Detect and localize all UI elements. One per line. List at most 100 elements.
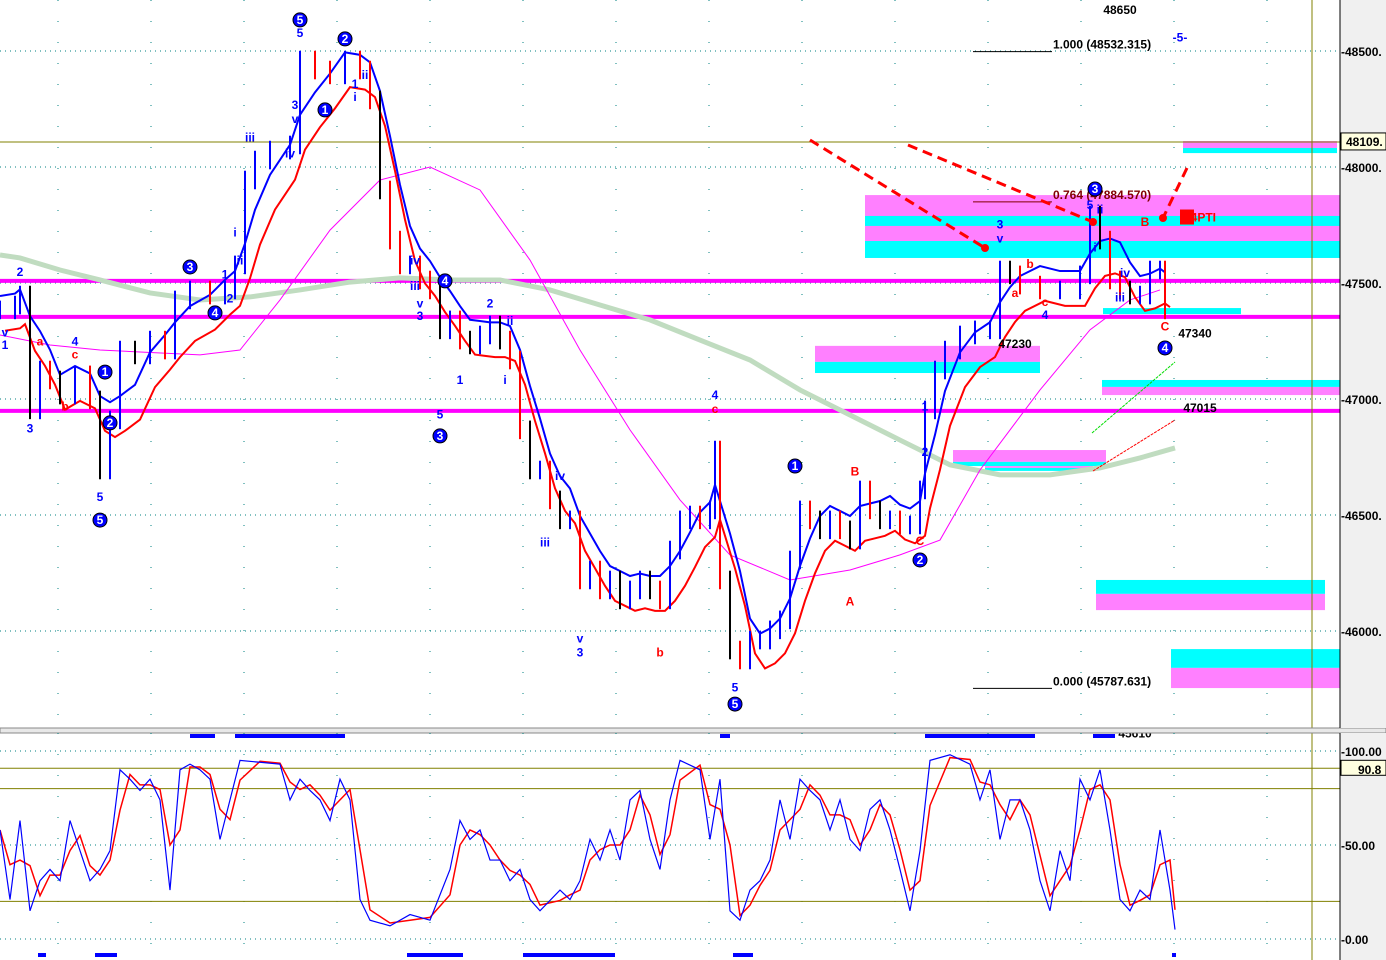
arrow-head-icon [1159, 214, 1167, 222]
wave-label: 1 [222, 267, 229, 281]
wave-label: 1 [922, 400, 929, 414]
wave-label: v [997, 231, 1004, 245]
price-tick-label: -46000. [1341, 625, 1382, 639]
signal-marker-top [235, 734, 345, 738]
wave-label: 5 [732, 680, 739, 694]
wave-label: ii [362, 68, 369, 82]
wave-label: 4 [1042, 308, 1049, 322]
price-zone [1171, 649, 1340, 668]
wave-label: 3 [997, 217, 1004, 231]
price-tick-label: -47000. [1341, 393, 1382, 407]
wave-circle-label: 4 [442, 274, 449, 288]
wave-circle-label: 1 [792, 459, 799, 473]
stoch-tick-label: -50.00 [1341, 839, 1375, 853]
signal-marker-top [925, 734, 1035, 738]
wave-circle-label: 4 [1162, 341, 1169, 355]
wave-label: b [656, 646, 663, 660]
price-zone [1102, 379, 1340, 387]
price-zone [815, 361, 1040, 374]
chart-background [0, 0, 1386, 960]
wave-label: iv [285, 147, 295, 161]
price-tick-label: -46500. [1341, 509, 1382, 523]
wave-label: iii [1115, 291, 1125, 305]
wave-circle-label: 3 [1092, 182, 1099, 196]
price-zone [1096, 579, 1325, 594]
wave-label: i [503, 373, 506, 387]
wave-label: B [851, 465, 860, 479]
current-stoch-label: 90.8 [1358, 763, 1382, 777]
wave-label: 5 [297, 26, 304, 40]
wave-circle-label: 3 [437, 429, 444, 443]
wave-label: 5 [437, 408, 444, 422]
arrow-head-icon [1089, 218, 1097, 226]
wave-label: 48650 [1103, 3, 1137, 17]
wave-label: v [292, 112, 299, 126]
wave-label: 1 [2, 338, 9, 352]
wave-label: a [1012, 286, 1019, 300]
wave-label: 2 [227, 292, 234, 306]
current-price-label: 48109. [1346, 135, 1383, 149]
price-zone [1171, 667, 1340, 689]
signal-marker-bottom [407, 953, 463, 957]
wave-circle-label: 5 [732, 697, 739, 711]
wave-label: b [1026, 257, 1033, 271]
signal-marker-top [190, 734, 215, 738]
price-zone [865, 241, 1340, 258]
signal-marker-top [1093, 734, 1115, 738]
wave-label: A [846, 594, 855, 608]
stoch-tick-label: -100.00 [1341, 745, 1382, 759]
wave-label: i [233, 226, 236, 240]
wave-label: 47340 [1178, 327, 1212, 341]
trading-chart: 1.000 (48532.315)0.764 (47884.570)0.000 … [0, 0, 1386, 960]
wave-circle-label: 5 [297, 13, 304, 27]
wave-label: C [1161, 320, 1170, 334]
wave-label: 2 [17, 265, 24, 279]
fib-level-label: 1.000 (48532.315) [1053, 38, 1151, 52]
wave-label: c [712, 402, 719, 416]
price-axis[interactable]: -46000. -46500. -47000. -47500. -48000. -4850… [1339, 0, 1386, 728]
fib-level-label: 0.000 (45787.631) [1053, 674, 1151, 688]
price-zone [985, 466, 1093, 468]
wave-label: C [916, 534, 925, 548]
wave-label: 47015 [1183, 401, 1217, 415]
wave-label: 5 [97, 490, 104, 504]
wave-label: 3 [577, 646, 584, 660]
wave-label: 3 [417, 309, 424, 323]
wave-label: 47230 [998, 337, 1032, 351]
signal-marker-bottom [733, 953, 753, 957]
wave-circle-label: 5 [97, 513, 104, 527]
price-tick-label: -48500. [1341, 45, 1382, 59]
price-axis-background [1340, 0, 1386, 728]
panel-splitter[interactable] [0, 727, 1386, 734]
signal-marker-bottom [38, 953, 46, 957]
wave-label: 5 [1087, 198, 1094, 212]
wave-label: 3 [27, 422, 34, 436]
wave-label: i [1093, 241, 1096, 255]
wave-label: -5- [1173, 31, 1188, 45]
wave-circle-label: 2 [342, 32, 349, 46]
wave-label: ii [507, 314, 514, 328]
wave-circle-label: 2 [107, 416, 114, 430]
wave-circle-label: 3 [187, 260, 194, 274]
price-zone [953, 450, 1106, 462]
wave-label: iv [1120, 266, 1130, 280]
price-tick-label: -48000. [1341, 161, 1382, 175]
wave-circle-label: 1 [102, 365, 109, 379]
wave-label: 3 [292, 98, 299, 112]
wave-label: b [61, 400, 68, 414]
wave-label: iv [410, 253, 420, 267]
wave-label: 2 [922, 445, 929, 459]
price-zone [1103, 308, 1241, 315]
wave-label: iv [555, 469, 565, 483]
arrow-head-icon [981, 244, 989, 252]
signal-marker-top [720, 734, 730, 738]
wave-label: 1 [457, 373, 464, 387]
signal-marker-bottom [95, 953, 117, 957]
wave-label: c [72, 347, 79, 361]
wave-label: 2 [487, 296, 494, 310]
wave-label: 84PTI [1184, 211, 1216, 225]
price-zone [1096, 593, 1325, 611]
wave-label: iii [540, 535, 550, 549]
wave-label: i [353, 90, 356, 104]
wave-label: iii [410, 279, 420, 293]
